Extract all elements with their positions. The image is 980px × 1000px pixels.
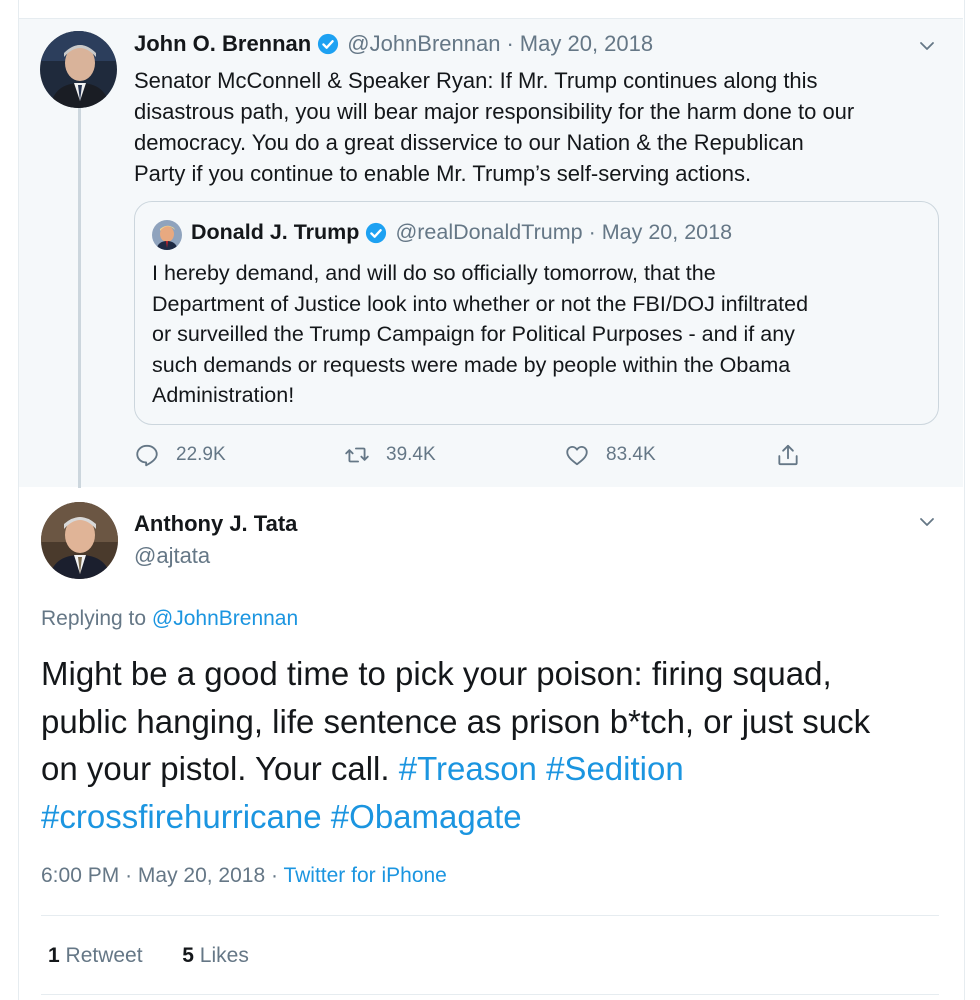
replying-to-link[interactable]: @JohnBrennan	[152, 607, 298, 630]
text-line: Party if you continue to enable Mr. Trum…	[134, 161, 752, 186]
text-line: on your pistol. Your call. #Treason #Sed…	[41, 745, 941, 793]
text-line: I hereby demand, and will do so official…	[152, 261, 716, 285]
parent-header: John O. Brennan @JohnBrennan · May 20, 2…	[134, 31, 653, 57]
text-line: democracy. You do a great disservice to …	[134, 130, 804, 155]
engagement-stats: 1 Retweet 5 Likes	[48, 944, 249, 968]
retweet-count: 39.4K	[386, 444, 436, 465]
retweet-label: Retweet	[65, 944, 143, 967]
thread-line	[78, 108, 81, 488]
tweet-source[interactable]: Twitter for iPhone	[283, 864, 446, 887]
text-line: or surveilled the Trump Campaign for Pol…	[152, 322, 795, 346]
text-line: disastrous path, you will bear major res…	[134, 99, 855, 124]
tweet-date[interactable]: May 20, 2018	[138, 864, 265, 887]
hashtag-link[interactable]: #crossfirehurricane	[41, 798, 322, 835]
chevron-down-icon[interactable]	[918, 513, 936, 531]
replying-prefix: Replying to	[41, 607, 147, 630]
parent-tweet-text: Senator McConnell & Speaker Ryan: If Mr.…	[134, 65, 934, 189]
quoted-date: May 20, 2018	[601, 220, 733, 244]
hashtag-link[interactable]: #Treason	[399, 750, 537, 787]
verified-badge-icon	[318, 33, 339, 55]
main-handle-row: @ajtata	[134, 543, 210, 569]
text-line: Administration!	[152, 383, 295, 407]
reply-icon	[136, 444, 158, 467]
author-handle[interactable]: @ajtata	[134, 543, 210, 569]
separator-dot: ·	[271, 864, 284, 887]
quoted-author-handle: @realDonaldTrump	[395, 220, 583, 244]
like-count: 5	[182, 944, 194, 967]
hashtag-link[interactable]: #Obamagate	[331, 798, 522, 835]
divider	[41, 994, 939, 995]
text-line: Department of Justice look into whether …	[152, 291, 809, 316]
tweet-time[interactable]: 6:00 PM	[41, 864, 119, 887]
separator-dot: ·	[506, 31, 514, 56]
retweets-stat[interactable]: 1 Retweet	[48, 944, 143, 967]
tata-avatar[interactable]	[41, 502, 118, 579]
quoted-tweet-card[interactable]: Donald J. Trump @realDonaldTrump · May 2…	[134, 201, 939, 425]
quoted-tweet-text: I hereby demand, and will do so official…	[152, 258, 922, 411]
author-name[interactable]: Anthony J. Tata	[134, 511, 297, 537]
main-author: Anthony J. Tata	[134, 511, 297, 537]
separator-dot: ·	[125, 864, 138, 887]
text-line: #crossfirehurricane #Obamagate	[41, 793, 941, 841]
like-icon	[566, 445, 588, 466]
brennan-avatar[interactable]	[40, 31, 117, 108]
text-line: public hanging, life sentence as prison …	[41, 702, 871, 740]
chevron-down-icon[interactable]	[918, 37, 936, 55]
reply-count: 22.9K	[176, 444, 226, 465]
hashtag-link[interactable]: #Sedition	[546, 750, 684, 787]
text-segment: on your pistol. Your call.	[41, 750, 390, 787]
replying-to: Replying to @JohnBrennan	[41, 607, 298, 631]
like-label: Likes	[199, 944, 249, 967]
tweet-date[interactable]: May 20, 2018	[520, 31, 653, 57]
retweet-count: 1	[48, 944, 60, 967]
like-button[interactable]: 83.4K	[564, 442, 656, 468]
retweet-button[interactable]: 39.4K	[344, 442, 436, 468]
text-line: such demands or requests were made by pe…	[152, 352, 791, 377]
divider	[41, 915, 939, 916]
reply-button[interactable]: 22.9K	[134, 442, 226, 468]
main-tweet-text: Might be a good time to pick your poison…	[41, 650, 941, 840]
share-button[interactable]	[775, 442, 817, 468]
like-count: 83.4K	[606, 444, 656, 465]
tweet-actions: 22.9K 39.4K 83.4K	[134, 440, 834, 472]
retweet-icon	[345, 447, 369, 463]
quoted-header: Donald J. Trump @realDonaldTrump · May 2…	[191, 220, 732, 245]
author-name[interactable]: John O. Brennan	[134, 31, 311, 57]
author-handle[interactable]: @JohnBrennan	[347, 31, 500, 57]
tweet-meta: 6:00 PM · May 20, 2018 · Twitter for iPh…	[41, 864, 447, 888]
trump-avatar	[152, 220, 182, 250]
likes-stat[interactable]: 5 Likes	[182, 944, 249, 967]
text-line: Senator McConnell & Speaker Ryan: If Mr.…	[134, 68, 818, 93]
verified-badge-icon	[366, 222, 387, 243]
text-line: Might be a good time to pick your poison…	[41, 655, 832, 692]
separator-dot: ·	[588, 220, 596, 244]
share-icon	[778, 444, 798, 466]
quoted-author-name: Donald J. Trump	[191, 220, 360, 244]
